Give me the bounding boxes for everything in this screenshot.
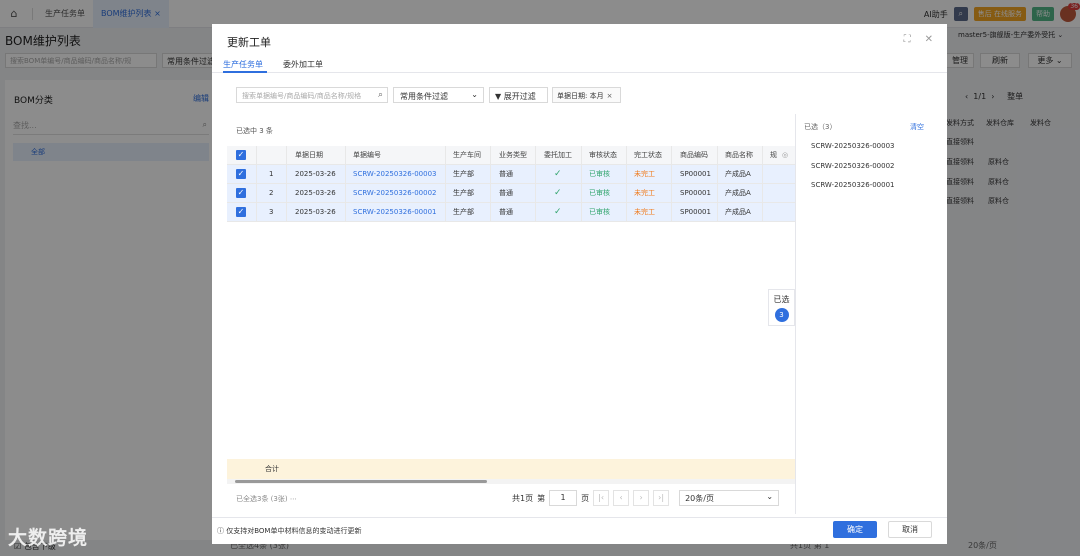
common-filter-select[interactable]: 常用条件过滤 ⌄ bbox=[393, 87, 484, 103]
selected-panel-title: 已选（3） bbox=[804, 123, 837, 131]
finish-status: 未完工 bbox=[634, 189, 655, 197]
search-icon: ⌕ bbox=[377, 90, 383, 100]
column-settings-icon[interactable]: ◎ bbox=[782, 146, 788, 165]
dialog-footer: ⓘ 仅支持对BOM单中材料信息的变动进行更新 确定 取消 bbox=[212, 517, 947, 544]
update-work-order-dialog: 更新工单 ⛶ ✕ 生产任务单 委外加工单 搜索单据编号/商品编码/商品名称/规格… bbox=[212, 24, 947, 544]
pagination: 共1页 第 1 页 |‹ ‹ › ›| 20条/页 ⌄ bbox=[512, 490, 780, 506]
audit-status: 已审核 bbox=[589, 208, 610, 216]
page-suffix: 页 bbox=[581, 493, 590, 503]
goods-name: 产成品A bbox=[725, 208, 751, 216]
table-row[interactable]: ✓ 1 2025-03-26 SCRW-20250326-00003 生产部 普… bbox=[227, 165, 795, 184]
close-icon: × bbox=[606, 92, 613, 100]
audit-status: 已审核 bbox=[589, 170, 610, 178]
selected-count-badge: 3 bbox=[774, 308, 789, 322]
last-page-icon[interactable]: ›| bbox=[653, 490, 670, 506]
table-row[interactable]: ✓ 2 2025-03-26 SCRW-20250326-00002 生产部 普… bbox=[227, 184, 795, 203]
tab-outsourcing-order[interactable]: 委外加工单 bbox=[283, 59, 323, 70]
goods-code: SP00001 bbox=[680, 208, 711, 216]
workshop: 生产部 bbox=[453, 208, 474, 216]
selected-float-button[interactable]: 已选 3 bbox=[768, 289, 795, 326]
order-date: 2025-03-26 bbox=[295, 189, 336, 197]
active-tab-indicator bbox=[223, 71, 267, 73]
cancel-button[interactable]: 取消 bbox=[888, 521, 932, 538]
workshop: 生产部 bbox=[453, 170, 474, 178]
row-index: 1 bbox=[269, 170, 274, 178]
finish-status: 未完工 bbox=[634, 170, 655, 178]
footer-selected-text: 已全选3条 (3张) ⋯ bbox=[236, 495, 297, 503]
goods-name: 产成品A bbox=[725, 170, 751, 178]
column-header[interactable]: 商品名称 bbox=[725, 146, 753, 165]
selected-item[interactable]: SCRW-20250326-00002 bbox=[811, 162, 895, 170]
prev-page-icon[interactable]: ‹ bbox=[613, 490, 630, 506]
goods-code: SP00001 bbox=[680, 189, 711, 197]
select-all-checkbox[interactable]: ✓ bbox=[236, 150, 246, 160]
check-icon: ✓ bbox=[554, 207, 562, 217]
selected-item[interactable]: SCRW-20250326-00001 bbox=[811, 181, 895, 189]
tab-production-task-order[interactable]: 生产任务单 bbox=[223, 59, 263, 70]
column-header[interactable]: 商品编码 bbox=[680, 146, 708, 165]
dialog-tabs: 生产任务单 委外加工单 bbox=[212, 55, 947, 73]
maximize-icon[interactable]: ⛶ bbox=[904, 34, 911, 45]
horizontal-scrollbar[interactable] bbox=[227, 479, 795, 484]
dialog-title: 更新工单 bbox=[227, 36, 271, 49]
more-icon: ⋯ bbox=[289, 495, 297, 503]
next-page-icon[interactable]: › bbox=[633, 490, 650, 506]
column-header[interactable]: 委托加工 bbox=[544, 146, 572, 165]
first-page-icon[interactable]: |‹ bbox=[593, 490, 610, 506]
page-label: 第 bbox=[537, 493, 546, 503]
check-icon: ✓ bbox=[554, 188, 562, 198]
row-checkbox[interactable]: ✓ bbox=[236, 169, 246, 179]
selected-item[interactable]: SCRW-20250326-00003 bbox=[811, 142, 895, 150]
selected-count-text: 已选中 3 条 bbox=[236, 127, 273, 135]
scrollbar-thumb[interactable] bbox=[235, 480, 487, 483]
chevron-down-icon: ⌄ bbox=[471, 90, 478, 99]
confirm-button[interactable]: 确定 bbox=[833, 521, 877, 538]
goods-name: 产成品A bbox=[725, 189, 751, 197]
table-total-row: 合计 bbox=[227, 459, 795, 479]
order-search-input[interactable]: 搜索单据编号/商品编码/商品名称/规格 ⌕ bbox=[236, 87, 388, 103]
column-header[interactable]: 审核状态 bbox=[589, 146, 617, 165]
row-checkbox[interactable]: ✓ bbox=[236, 207, 246, 217]
table-row[interactable]: ✓ 3 2025-03-26 SCRW-20250326-00001 生产部 普… bbox=[227, 203, 795, 222]
date-filter-tag[interactable]: 单据日期: 本月 × bbox=[552, 87, 621, 103]
column-header[interactable]: 单据编号 bbox=[353, 146, 381, 165]
business-type: 普通 bbox=[499, 170, 513, 178]
column-header[interactable]: 业务类型 bbox=[499, 146, 527, 165]
page-number-input[interactable]: 1 bbox=[549, 490, 578, 506]
close-icon[interactable]: ✕ bbox=[925, 34, 933, 45]
info-icon: ⓘ bbox=[217, 527, 224, 535]
watermark-logo: 大数跨境 bbox=[8, 527, 89, 549]
order-code-link[interactable]: SCRW-20250326-00001 bbox=[353, 203, 437, 222]
row-checkbox[interactable]: ✓ bbox=[236, 188, 246, 198]
divider bbox=[795, 114, 796, 514]
column-header[interactable]: 单据日期 bbox=[295, 146, 323, 165]
row-index: 2 bbox=[269, 189, 274, 197]
column-header[interactable]: 规 bbox=[770, 146, 777, 165]
order-date: 2025-03-26 bbox=[295, 170, 336, 178]
business-type: 普通 bbox=[499, 208, 513, 216]
finish-status: 未完工 bbox=[634, 208, 655, 216]
expand-filter-button[interactable]: ▼ 展开过滤 bbox=[489, 87, 548, 103]
filter-icon: ▼ bbox=[495, 92, 502, 101]
business-type: 普通 bbox=[499, 189, 513, 197]
order-code-link[interactable]: SCRW-20250326-00002 bbox=[353, 184, 437, 203]
page-total: 共1页 bbox=[512, 493, 534, 503]
order-code-link[interactable]: SCRW-20250326-00003 bbox=[353, 165, 437, 184]
update-note: ⓘ 仅支持对BOM单中材料信息的变动进行更新 bbox=[217, 527, 362, 535]
chevron-down-icon: ⌄ bbox=[766, 492, 774, 501]
column-header[interactable]: 完工状态 bbox=[634, 146, 662, 165]
goods-code: SP00001 bbox=[680, 170, 711, 178]
column-header[interactable]: 生产车间 bbox=[453, 146, 481, 165]
workshop: 生产部 bbox=[453, 189, 474, 197]
clear-selected-link[interactable]: 清空 bbox=[910, 122, 924, 132]
table-header-row: ✓ 单据日期 单据编号 生产车间 业务类型 委托加工 审核状态 完工状态 商品编… bbox=[227, 146, 795, 165]
order-date: 2025-03-26 bbox=[295, 208, 336, 216]
row-index: 3 bbox=[269, 208, 274, 216]
check-icon: ✓ bbox=[554, 169, 562, 179]
page-size-select[interactable]: 20条/页 ⌄ bbox=[679, 490, 780, 506]
audit-status: 已审核 bbox=[589, 189, 610, 197]
